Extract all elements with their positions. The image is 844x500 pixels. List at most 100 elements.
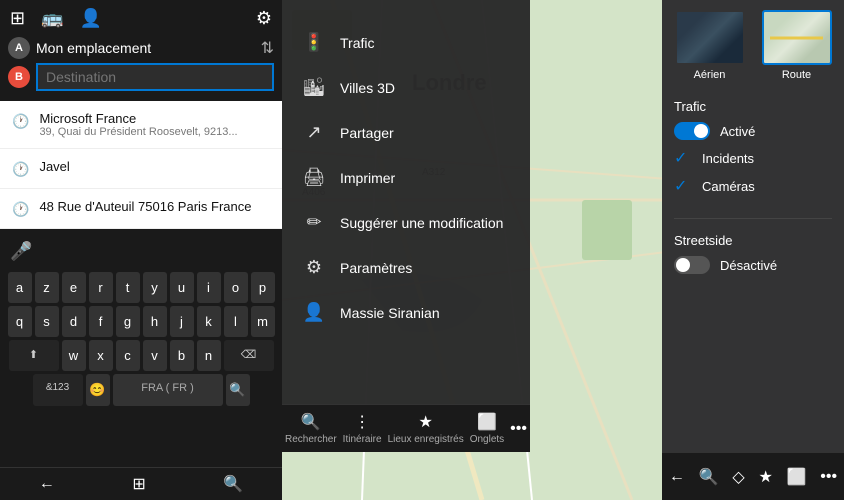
map-panel: Londre A406 A312 🚦 Trafic 🏙 Villes 3D ↗ … bbox=[282, 0, 662, 500]
sugg-name-1: Microsoft France bbox=[39, 111, 237, 126]
menu-item-3d[interactable]: 🏙 Villes 3D bbox=[282, 65, 530, 110]
key-j[interactable]: j bbox=[170, 306, 194, 337]
key-k[interactable]: k bbox=[197, 306, 221, 337]
key-n[interactable]: n bbox=[197, 340, 221, 371]
keyboard-row-1: a z e r t y u i o p bbox=[4, 272, 278, 303]
transit-icon[interactable]: 🚌 bbox=[41, 8, 63, 29]
suggestions-list: 🕐 Microsoft France 39, Quai du Président… bbox=[0, 101, 282, 229]
suggestion-text-3: 48 Rue d'Auteuil 75016 Paris France bbox=[39, 199, 251, 214]
suggestion-item[interactable]: 🕐 Microsoft France 39, Quai du Président… bbox=[0, 101, 282, 149]
emoji-key[interactable]: 😊 bbox=[86, 374, 110, 406]
route-view-button[interactable]: Route bbox=[757, 10, 836, 81]
key-a[interactable]: a bbox=[8, 272, 32, 303]
gear-icon: ⚙ bbox=[302, 257, 326, 278]
key-h[interactable]: h bbox=[143, 306, 167, 337]
top-icons: ⊞ 🚌 👤 bbox=[10, 8, 102, 29]
p3-back-button[interactable]: ← bbox=[669, 468, 685, 486]
home-button[interactable]: ⊞ bbox=[132, 474, 145, 494]
key-x[interactable]: x bbox=[89, 340, 113, 371]
print-icon: 🖨 bbox=[302, 167, 326, 188]
backspace-key[interactable]: ⌫ bbox=[224, 340, 274, 371]
key-o[interactable]: o bbox=[224, 272, 248, 303]
route-tab[interactable]: ⋮ Itinéraire bbox=[343, 412, 382, 445]
language-key[interactable]: FRA ( FR ) bbox=[113, 374, 223, 406]
origin-badge: A bbox=[8, 37, 30, 59]
options-divider bbox=[674, 218, 832, 219]
key-b[interactable]: b bbox=[170, 340, 194, 371]
streetside-toggle-row: Désactivé bbox=[674, 256, 832, 274]
tabs-tab[interactable]: ⬜ Onglets bbox=[470, 412, 504, 445]
search-key[interactable]: 🔍 bbox=[226, 374, 250, 406]
trafic-toggle[interactable] bbox=[674, 122, 710, 140]
key-w[interactable]: w bbox=[62, 340, 86, 371]
menu-item-suggest[interactable]: ✏ Suggérer une modification bbox=[282, 200, 530, 245]
key-f[interactable]: f bbox=[89, 306, 113, 337]
back-button[interactable]: ← bbox=[39, 475, 55, 493]
key-q[interactable]: q bbox=[8, 306, 32, 337]
menu-item-trafic[interactable]: 🚦 Trafic bbox=[282, 20, 530, 65]
tabs-tab-label: Onglets bbox=[470, 434, 504, 445]
key-m[interactable]: m bbox=[251, 306, 275, 337]
destination-input[interactable] bbox=[36, 63, 274, 91]
saved-tab-icon: ★ bbox=[418, 412, 432, 432]
route-label: Route bbox=[782, 69, 811, 81]
key-d[interactable]: d bbox=[62, 306, 86, 337]
key-l[interactable]: l bbox=[224, 306, 248, 337]
streetside-section: Streetside Désactivé bbox=[662, 225, 844, 290]
p3-location-icon[interactable]: ◇ bbox=[732, 467, 744, 487]
suggestion-item[interactable]: 🕐 48 Rue d'Auteuil 75016 Paris France bbox=[0, 189, 282, 229]
settings-icon[interactable]: ⚙ bbox=[256, 8, 272, 29]
key-v[interactable]: v bbox=[143, 340, 167, 371]
shift-key[interactable]: ⬆ bbox=[9, 340, 59, 371]
sugg-name-2: Javel bbox=[39, 159, 69, 174]
user-profile-icon: 👤 bbox=[302, 302, 326, 323]
incidents-check-row: ✓ Incidents bbox=[674, 148, 832, 168]
aerial-view-button[interactable]: Aérien bbox=[670, 10, 749, 81]
map-type-row: Aérien Route bbox=[662, 0, 844, 91]
p3-windows-icon[interactable]: ⬜ bbox=[787, 467, 807, 487]
key-g[interactable]: g bbox=[116, 306, 140, 337]
microphone-icon[interactable]: 🎤 bbox=[4, 235, 38, 268]
windows-icon[interactable]: ⊞ bbox=[10, 8, 25, 29]
trafic-toggle-row: Activé bbox=[674, 122, 832, 140]
key-u[interactable]: u bbox=[170, 272, 194, 303]
dest-row: B bbox=[8, 63, 274, 91]
aerial-thumbnail bbox=[675, 10, 745, 65]
menu-item-print[interactable]: 🖨 Imprimer bbox=[282, 155, 530, 200]
streetside-toggle[interactable] bbox=[674, 256, 710, 274]
options-taskbar: ← 🔍 ◇ ★ ⬜ ••• bbox=[662, 452, 844, 500]
trafic-section: Trafic Activé ✓ Incidents ✓ Caméras bbox=[662, 91, 844, 212]
suggestion-item[interactable]: 🕐 Javel bbox=[0, 149, 282, 189]
key-e[interactable]: e bbox=[62, 272, 86, 303]
menu-item-share[interactable]: ↗ Partager bbox=[282, 110, 530, 155]
menu-label-trafic: Trafic bbox=[340, 35, 374, 51]
p3-favorites-icon[interactable]: ★ bbox=[758, 467, 772, 487]
menu-item-settings[interactable]: ⚙ Paramètres bbox=[282, 245, 530, 290]
key-y[interactable]: y bbox=[143, 272, 167, 303]
p3-more-icon[interactable]: ••• bbox=[820, 468, 837, 486]
options-panel: Aérien Route Trafic Activé ✓ Incidents ✓… bbox=[662, 0, 844, 500]
clock-icon-3: 🕐 bbox=[12, 201, 29, 218]
key-z[interactable]: z bbox=[35, 272, 59, 303]
dest-badge: B bbox=[8, 66, 30, 88]
saved-tab[interactable]: ★ Lieux enregistrés bbox=[388, 412, 464, 445]
key-p[interactable]: p bbox=[251, 272, 275, 303]
key-r[interactable]: r bbox=[89, 272, 113, 303]
menu-label-share: Partager bbox=[340, 125, 394, 141]
more-tab[interactable]: ••• bbox=[510, 420, 527, 438]
share-icon: ↗ bbox=[302, 122, 326, 143]
key-i[interactable]: i bbox=[197, 272, 221, 303]
search-tab[interactable]: 🔍 Rechercher bbox=[285, 412, 337, 445]
p3-search-icon[interactable]: 🔍 bbox=[699, 467, 719, 487]
more-tab-icon: ••• bbox=[510, 420, 527, 438]
user-icon[interactable]: 👤 bbox=[80, 8, 102, 29]
search-button[interactable]: 🔍 bbox=[223, 474, 243, 494]
swap-button[interactable]: ⇅ bbox=[261, 38, 274, 58]
origin-row: A Mon emplacement ⇅ bbox=[8, 37, 274, 59]
menu-item-user[interactable]: 👤 Massie Siranian bbox=[282, 290, 530, 335]
key-s[interactable]: s bbox=[35, 306, 59, 337]
num-key[interactable]: &123 bbox=[33, 374, 83, 406]
key-c[interactable]: c bbox=[116, 340, 140, 371]
key-t[interactable]: t bbox=[116, 272, 140, 303]
sugg-name-3: 48 Rue d'Auteuil 75016 Paris France bbox=[39, 199, 251, 214]
